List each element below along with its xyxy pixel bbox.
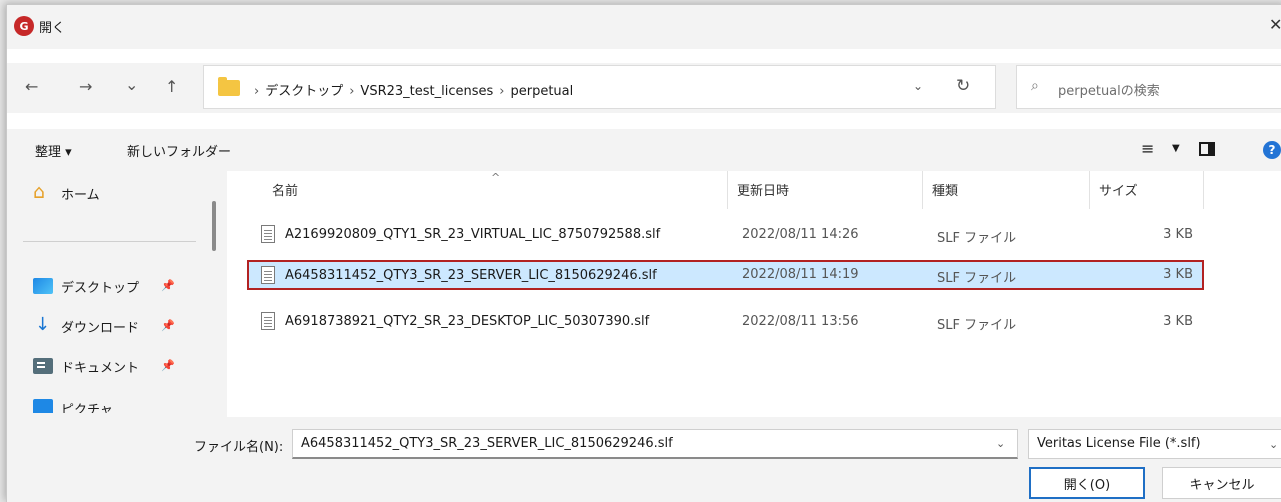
navigation-pane-scrollbar[interactable]	[212, 201, 216, 251]
sidebar-item-label: デスクトップ	[61, 280, 140, 296]
address-bar[interactable]: › デスクトップ › VSR23_test_licenses › perpetual ⌄ …	[203, 65, 996, 109]
column-header-name[interactable]: 名前	[272, 180, 298, 199]
sidebar-item-label: ホーム	[61, 187, 100, 203]
file-row[interactable]: A2169920809_QTY1_SR_23_VIRTUAL_LIC_87507…	[247, 220, 1204, 250]
column-header-type[interactable]: 種類	[932, 180, 958, 199]
preview-pane-icon[interactable]	[1199, 142, 1215, 156]
column-header-modified[interactable]: 更新日時	[737, 180, 789, 199]
file-icon	[261, 225, 275, 243]
pin-icon: 📌	[161, 279, 175, 292]
pin-icon: 📌	[161, 359, 175, 372]
file-name: A2169920809_QTY1_SR_23_VIRTUAL_LIC_87507…	[285, 226, 661, 242]
file-size: 3 KB	[1163, 267, 1193, 282]
file-type: SLF ファイル	[937, 271, 1017, 286]
breadcrumb-perpetual[interactable]: perpetual	[510, 84, 573, 99]
dialog-title: 開く	[39, 21, 66, 36]
breadcrumb: › デスクトップ › VSR23_test_licenses › perpetual	[254, 84, 574, 99]
sidebar-item-label: ピクチャ	[61, 403, 113, 413]
app-icon: G	[14, 16, 34, 36]
file-type-filter[interactable]: Veritas License File (*.slf) ⌄	[1028, 429, 1281, 459]
close-icon[interactable]: ✕	[1269, 15, 1281, 34]
column-divider[interactable]	[1089, 171, 1090, 209]
file-name: A6458311452_QTY3_SR_23_SERVER_LIC_815062…	[285, 267, 657, 283]
sidebar-item-home[interactable]: ホーム	[33, 181, 100, 204]
forward-button[interactable]: →	[79, 77, 92, 96]
cancel-button[interactable]: キャンセル	[1162, 467, 1281, 499]
back-button[interactable]: ←	[25, 77, 38, 96]
sort-ascending-icon: ^	[491, 171, 501, 184]
help-icon[interactable]: ?	[1263, 141, 1281, 159]
navigation-divider	[23, 241, 196, 242]
file-row-selected[interactable]: A6458311452_QTY3_SR_23_SERVER_LIC_815062…	[247, 260, 1204, 290]
search-icon: ⌕	[1031, 78, 1039, 94]
column-header-size[interactable]: サイズ	[1099, 180, 1138, 199]
view-options-chevron-icon[interactable]: ▼	[1172, 143, 1180, 154]
file-icon	[261, 312, 275, 330]
organize-button[interactable]: 整理 ▾	[35, 141, 72, 160]
search-input[interactable]: perpetualの検索	[1058, 80, 1160, 99]
file-type: SLF ファイル	[937, 231, 1017, 246]
sidebar-item-desktop[interactable]: デスクトップ	[33, 275, 139, 297]
file-list	[227, 171, 1281, 417]
open-file-dialog: G 開く ✕ ← → ⌄ ↑ ›デスクトップ›VSR23_test_licens…	[6, 4, 1281, 502]
file-type: SLF ファイル	[937, 318, 1017, 333]
new-folder-button[interactable]: 新しいフォルダー	[127, 141, 231, 160]
file-modified: 2022/08/11 14:19	[742, 267, 859, 282]
filename-label: ファイル名(N):	[194, 440, 284, 455]
up-button[interactable]: ↑	[165, 77, 178, 96]
file-row[interactable]: A6918738921_QTY2_SR_23_DESKTOP_LIC_50307…	[247, 307, 1204, 337]
chevron-down-icon: ⌄	[1269, 438, 1279, 451]
sidebar-item-pictures[interactable]: ピクチャ	[33, 399, 113, 413]
file-modified: 2022/08/11 14:26	[742, 227, 859, 242]
address-history-chevron-icon[interactable]: ⌄	[913, 79, 923, 93]
filename-input[interactable]	[292, 429, 1018, 459]
file-name: A6918738921_QTY2_SR_23_DESKTOP_LIC_50307…	[285, 313, 650, 329]
file-size: 3 KB	[1163, 227, 1193, 242]
breadcrumb-test-licenses[interactable]: VSR23_test_licenses	[360, 84, 493, 99]
column-divider[interactable]	[922, 171, 923, 209]
refresh-icon[interactable]: ↻	[956, 76, 970, 96]
document-icon	[33, 358, 53, 374]
breadcrumb-desktop[interactable]: デスクトップ	[265, 84, 343, 99]
desktop-icon	[33, 278, 53, 294]
search-box[interactable]: ⌕ perpetualの検索	[1016, 65, 1281, 109]
filename-history-chevron-icon[interactable]: ⌄	[996, 437, 1005, 450]
sidebar-item-label: ダウンロード	[61, 320, 140, 336]
title-bar: G 開く ✕	[7, 5, 1281, 49]
file-size: 3 KB	[1163, 314, 1193, 329]
file-icon	[261, 266, 275, 284]
view-options-icon[interactable]: ≡	[1141, 139, 1154, 158]
open-button[interactable]: 開く(O)	[1029, 467, 1145, 499]
sidebar-item-documents[interactable]: ドキュメント	[33, 355, 139, 377]
recent-locations-button[interactable]: ⌄	[125, 75, 138, 94]
sidebar-item-label: ドキュメント	[61, 360, 140, 376]
home-icon	[33, 181, 53, 203]
pictures-icon	[33, 399, 53, 413]
column-divider[interactable]	[1203, 171, 1204, 209]
file-modified: 2022/08/11 13:56	[742, 314, 859, 329]
file-type-filter-value: Veritas License File (*.slf)	[1037, 436, 1201, 451]
folder-icon	[218, 77, 240, 96]
pin-icon: 📌	[161, 319, 175, 332]
column-divider[interactable]	[727, 171, 728, 209]
sidebar-item-downloads[interactable]: ダウンロード	[33, 315, 139, 337]
download-icon	[33, 318, 53, 334]
